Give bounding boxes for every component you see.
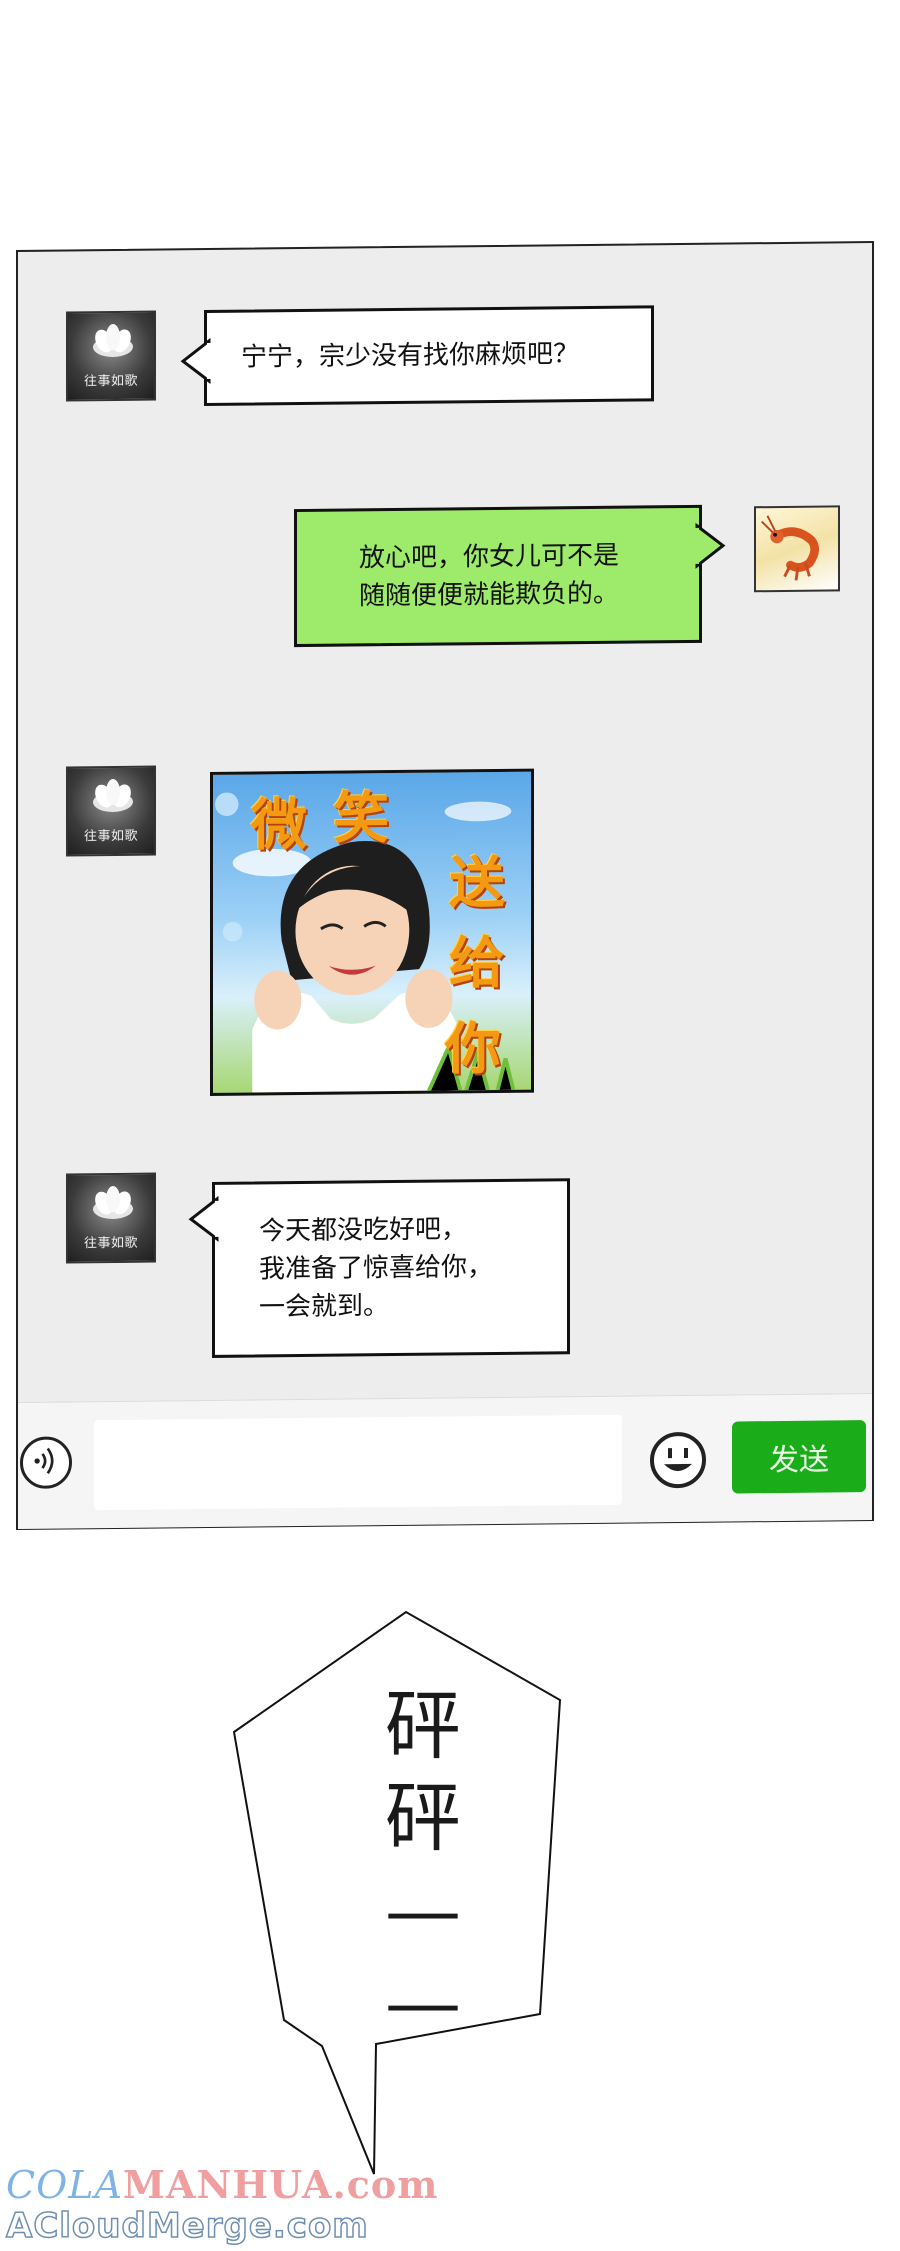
sticker-caption: 笑 — [333, 785, 389, 852]
self-message-bubble[interactable]: 放心吧，你女儿可不是 随随便便就能欺负的。 — [294, 504, 726, 648]
bubble-tail — [188, 1195, 221, 1242]
message-text: 宁宁，宗少没有找你麻烦吧？ — [241, 339, 580, 373]
voice-icon[interactable] — [20, 1436, 72, 1489]
sticker-caption: 送 — [449, 849, 505, 917]
avatar-label: 往事如歌 — [83, 373, 138, 390]
avatar-label: 往事如歌 — [83, 828, 138, 845]
self-avatar[interactable] — [754, 505, 840, 593]
avatar-label: 往事如歌 — [83, 1235, 138, 1252]
lotus-icon — [93, 778, 133, 812]
contact-message-bubble[interactable]: 今天都没吃好吧， 我准备了惊喜给你， 一会就到。 — [188, 1178, 570, 1358]
send-button[interactable]: 发送 — [732, 1420, 866, 1494]
watermark-secondary: ACloudMerge.com — [5, 2205, 369, 2247]
chat-input-bar: 发送 — [18, 1393, 872, 1529]
contact-message-bubble[interactable]: 宁宁，宗少没有找你麻烦吧？ — [180, 305, 654, 407]
sound-effect-text: 砰 砰 — — — [385, 1681, 461, 2046]
contact-avatar[interactable]: 往事如歌 — [66, 1172, 156, 1264]
message-text: 今天都没吃好吧， 我准备了惊喜给你， 一会就到。 — [259, 1214, 494, 1323]
lotus-icon — [93, 1185, 133, 1219]
message-text: 放心吧，你女儿可不是 随随便便就能欺负的。 — [359, 540, 620, 612]
bubble-tail — [180, 337, 213, 385]
shrimp-icon — [761, 515, 819, 581]
sticker-caption: 给 — [449, 929, 505, 997]
sticker-caption: 微 — [251, 791, 307, 859]
message-list: 往事如歌 宁宁，宗少没有找你麻烦吧？ 放心吧，你女儿可不是 随随便便就能欺负的。 — [18, 243, 872, 1402]
sticker-image[interactable]: 微 笑 送 给 你 — [210, 768, 534, 1096]
sticker-caption: 你 — [445, 1015, 501, 1083]
watermark: COLAMANHUA.com — [6, 2162, 438, 2207]
contact-avatar[interactable]: 往事如歌 — [66, 765, 156, 857]
emoji-icon[interactable] — [648, 1430, 708, 1491]
chat-window: 往事如歌 宁宁，宗少没有找你麻烦吧？ 放心吧，你女儿可不是 随随便便就能欺负的。 — [16, 241, 874, 1531]
watermark-prefix: COLA — [6, 2163, 123, 2207]
watermark-site: MANHUA.com — [122, 2162, 439, 2207]
contact-avatar[interactable]: 往事如歌 — [66, 310, 156, 402]
message-input[interactable] — [94, 1414, 622, 1511]
voice-wave-icon — [34, 1447, 54, 1475]
lotus-icon — [93, 323, 133, 357]
bubble-tail — [693, 522, 726, 569]
